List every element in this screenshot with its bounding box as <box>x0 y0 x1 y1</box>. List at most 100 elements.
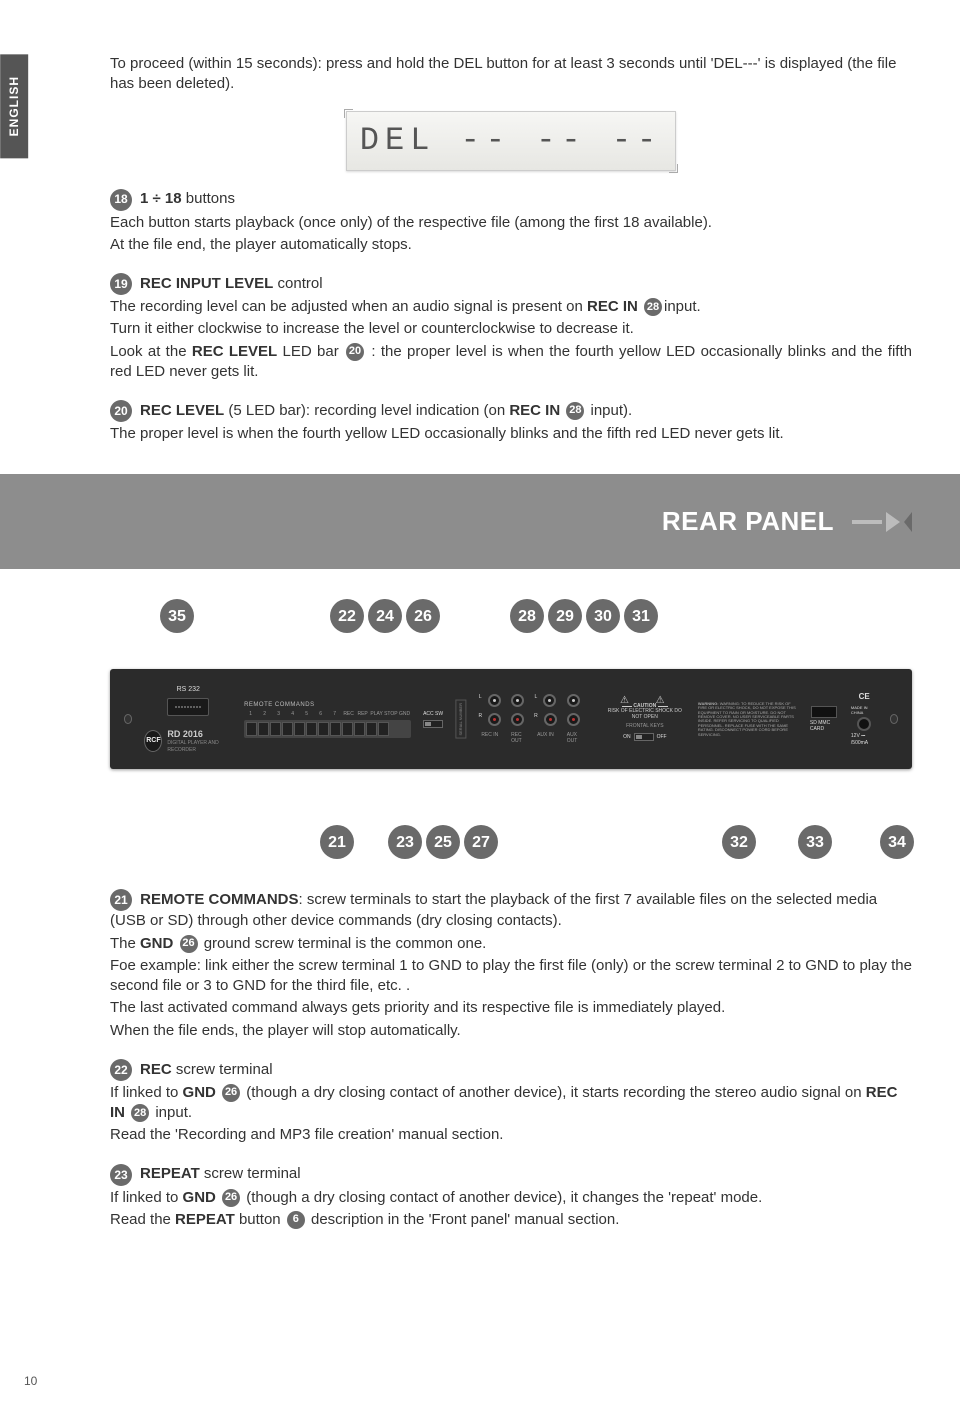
section-20: 20 REC LEVEL (5 LED bar): recording leve… <box>110 400 912 444</box>
co-27: 27 <box>464 825 498 859</box>
ref-26: 26 <box>180 935 198 953</box>
s19-p1b: REC IN <box>587 298 638 315</box>
section-18: 18 1 ÷ 18 buttons Each button starts pla… <box>110 189 912 256</box>
rcf-logo: RCF <box>144 730 162 752</box>
s18-p2: At the file end, the player automaticall… <box>110 235 912 255</box>
callout-21: 21 <box>110 889 132 911</box>
section-21: 21 REMOTE COMMANDS: screw terminals to s… <box>110 889 912 1041</box>
tnplay: PLAY <box>370 711 383 718</box>
rear-panel-banner: REAR PANEL <box>0 474 960 569</box>
rca-section: LRREC IN REC OUT LRAUX IN AUX OUT <box>478 694 579 746</box>
rs232-port: RS 232 <box>144 685 232 715</box>
co-32: 32 <box>722 825 756 859</box>
screw-right <box>890 714 898 724</box>
tnstop: STOP <box>384 711 397 718</box>
made-in: MADE IN CHINA <box>851 705 878 716</box>
co-21: 21 <box>320 825 354 859</box>
s19-p3c: LED bar <box>277 343 344 360</box>
model-name: RD 2016 <box>167 728 232 740</box>
s19-p3a: Look at the <box>110 343 192 360</box>
device-rear-view: RS 232 RCF RD 2016 DIGITAL PLAYER AND RE… <box>110 669 912 769</box>
ref-28b: 28 <box>566 402 584 420</box>
s21-p2: The GND 26 ground screw terminal is the … <box>110 934 912 954</box>
banner-arrow-icon <box>852 512 912 532</box>
sd-slot: SD MMC CARD <box>810 706 839 734</box>
s20-bold: REC LEVEL <box>140 402 224 419</box>
dc-label: 12V ⎓ /500mA <box>851 733 878 747</box>
s19-bold: REC INPUT LEVEL <box>140 275 273 292</box>
s20-end: input). <box>586 402 632 419</box>
tn3: 3 <box>272 711 285 718</box>
s20-recin: REC IN <box>509 402 560 419</box>
warning-text: WARNING: WARNING: TO REDUCE THE RISK OF … <box>698 702 798 737</box>
s19-p1: The recording level can be adjusted when… <box>110 297 912 317</box>
remote-commands-block: REMOTE COMMANDS 1234567RECREPPLAYSTOPGND <box>244 701 411 738</box>
co-28: 28 <box>510 599 544 633</box>
tn7: 7 <box>328 711 341 718</box>
s19-p1c: input. <box>664 298 701 315</box>
callout-22: 22 <box>110 1059 132 1081</box>
co-33: 33 <box>798 825 832 859</box>
rear-panel-title: REAR PANEL <box>662 504 834 539</box>
co-30: 30 <box>586 599 620 633</box>
ref-26b: 26 <box>222 1084 240 1102</box>
lcd-display: DEL -- -- -- <box>346 111 676 171</box>
s18-bold: 1 ÷ 18 <box>140 190 182 207</box>
serial-number: SERIAL NUMBER <box>455 700 466 739</box>
s19-p3: Look at the REC LEVEL LED bar 20 : the p… <box>110 342 912 383</box>
co-23: 23 <box>388 825 422 859</box>
co-24: 24 <box>368 599 402 633</box>
language-tab: ENGLISH <box>0 54 28 158</box>
s23-p1: If linked to GND 26 (though a dry closin… <box>110 1188 912 1208</box>
ref-28c: 28 <box>131 1104 149 1122</box>
ref-28: 28 <box>644 298 662 316</box>
co-35: 35 <box>160 599 194 633</box>
intro-text: To proceed (within 15 seconds): press an… <box>110 54 912 95</box>
screw-left <box>124 714 132 724</box>
s19-p1a: The recording level can be adjusted when… <box>110 298 587 315</box>
co-26: 26 <box>406 599 440 633</box>
section-22: 22REC screw terminal If linked to GND 26… <box>110 1059 912 1146</box>
tn1: 1 <box>244 711 257 718</box>
co-29: 29 <box>548 599 582 633</box>
callout-19: 19 <box>110 273 132 295</box>
co-34: 34 <box>880 825 914 859</box>
section-23: 23REPEAT screw terminal If linked to GND… <box>110 1164 912 1231</box>
remote-label: REMOTE COMMANDS <box>244 701 411 709</box>
tn2: 2 <box>258 711 271 718</box>
model-sub: DIGITAL PLAYER AND RECORDER <box>167 740 232 754</box>
s19-label: control <box>273 275 322 292</box>
callout-23: 23 <box>110 1164 132 1186</box>
caution-block: CAUTION RISK OF ELECTRIC SHOCK DO NOT OP… <box>604 698 686 721</box>
page-number: 10 <box>24 1373 37 1389</box>
callout-20: 20 <box>110 400 132 422</box>
tnrec: REC <box>342 711 355 718</box>
s20-p1: The proper level is when the fourth yell… <box>110 424 912 444</box>
s22-p2: Read the 'Recording and MP3 file creatio… <box>110 1125 912 1145</box>
s18-label: buttons <box>182 190 235 207</box>
co-31: 31 <box>624 599 658 633</box>
s20-lbl: (5 LED bar): recording level indication … <box>224 402 509 419</box>
s22-p1: If linked to GND 26 (though a dry closin… <box>110 1083 912 1124</box>
callout-18: 18 <box>110 189 132 211</box>
acc-sw: ACC SW <box>423 711 443 728</box>
risk-text: RISK OF ELECTRIC SHOCK DO NOT OPEN <box>608 708 682 720</box>
rear-panel-diagram: 35 22 24 26 28 29 30 31 RS 232 RCF RD 2 <box>110 599 912 859</box>
tn4: 4 <box>286 711 299 718</box>
rs232-label: RS 232 <box>177 685 200 694</box>
co-25: 25 <box>426 825 460 859</box>
frontal-keys-label: FRONTAL KEYS <box>626 723 664 730</box>
s21-p5: When the file ends, the player will stop… <box>110 1021 912 1041</box>
tn5: 5 <box>300 711 313 718</box>
s19-p3b: REC LEVEL <box>192 343 277 360</box>
frontal-switch <box>634 733 654 741</box>
s21-p3: Foe example: link either the screw termi… <box>110 956 912 997</box>
ce-mark: CE <box>859 692 870 703</box>
dc-jack <box>857 717 871 731</box>
ref-20: 20 <box>346 343 364 361</box>
co-22: 22 <box>330 599 364 633</box>
ref-26c: 26 <box>222 1189 240 1207</box>
s19-p2: Turn it either clockwise to increase the… <box>110 319 912 339</box>
s18-p1: Each button starts playback (once only) … <box>110 213 912 233</box>
tn6: 6 <box>314 711 327 718</box>
